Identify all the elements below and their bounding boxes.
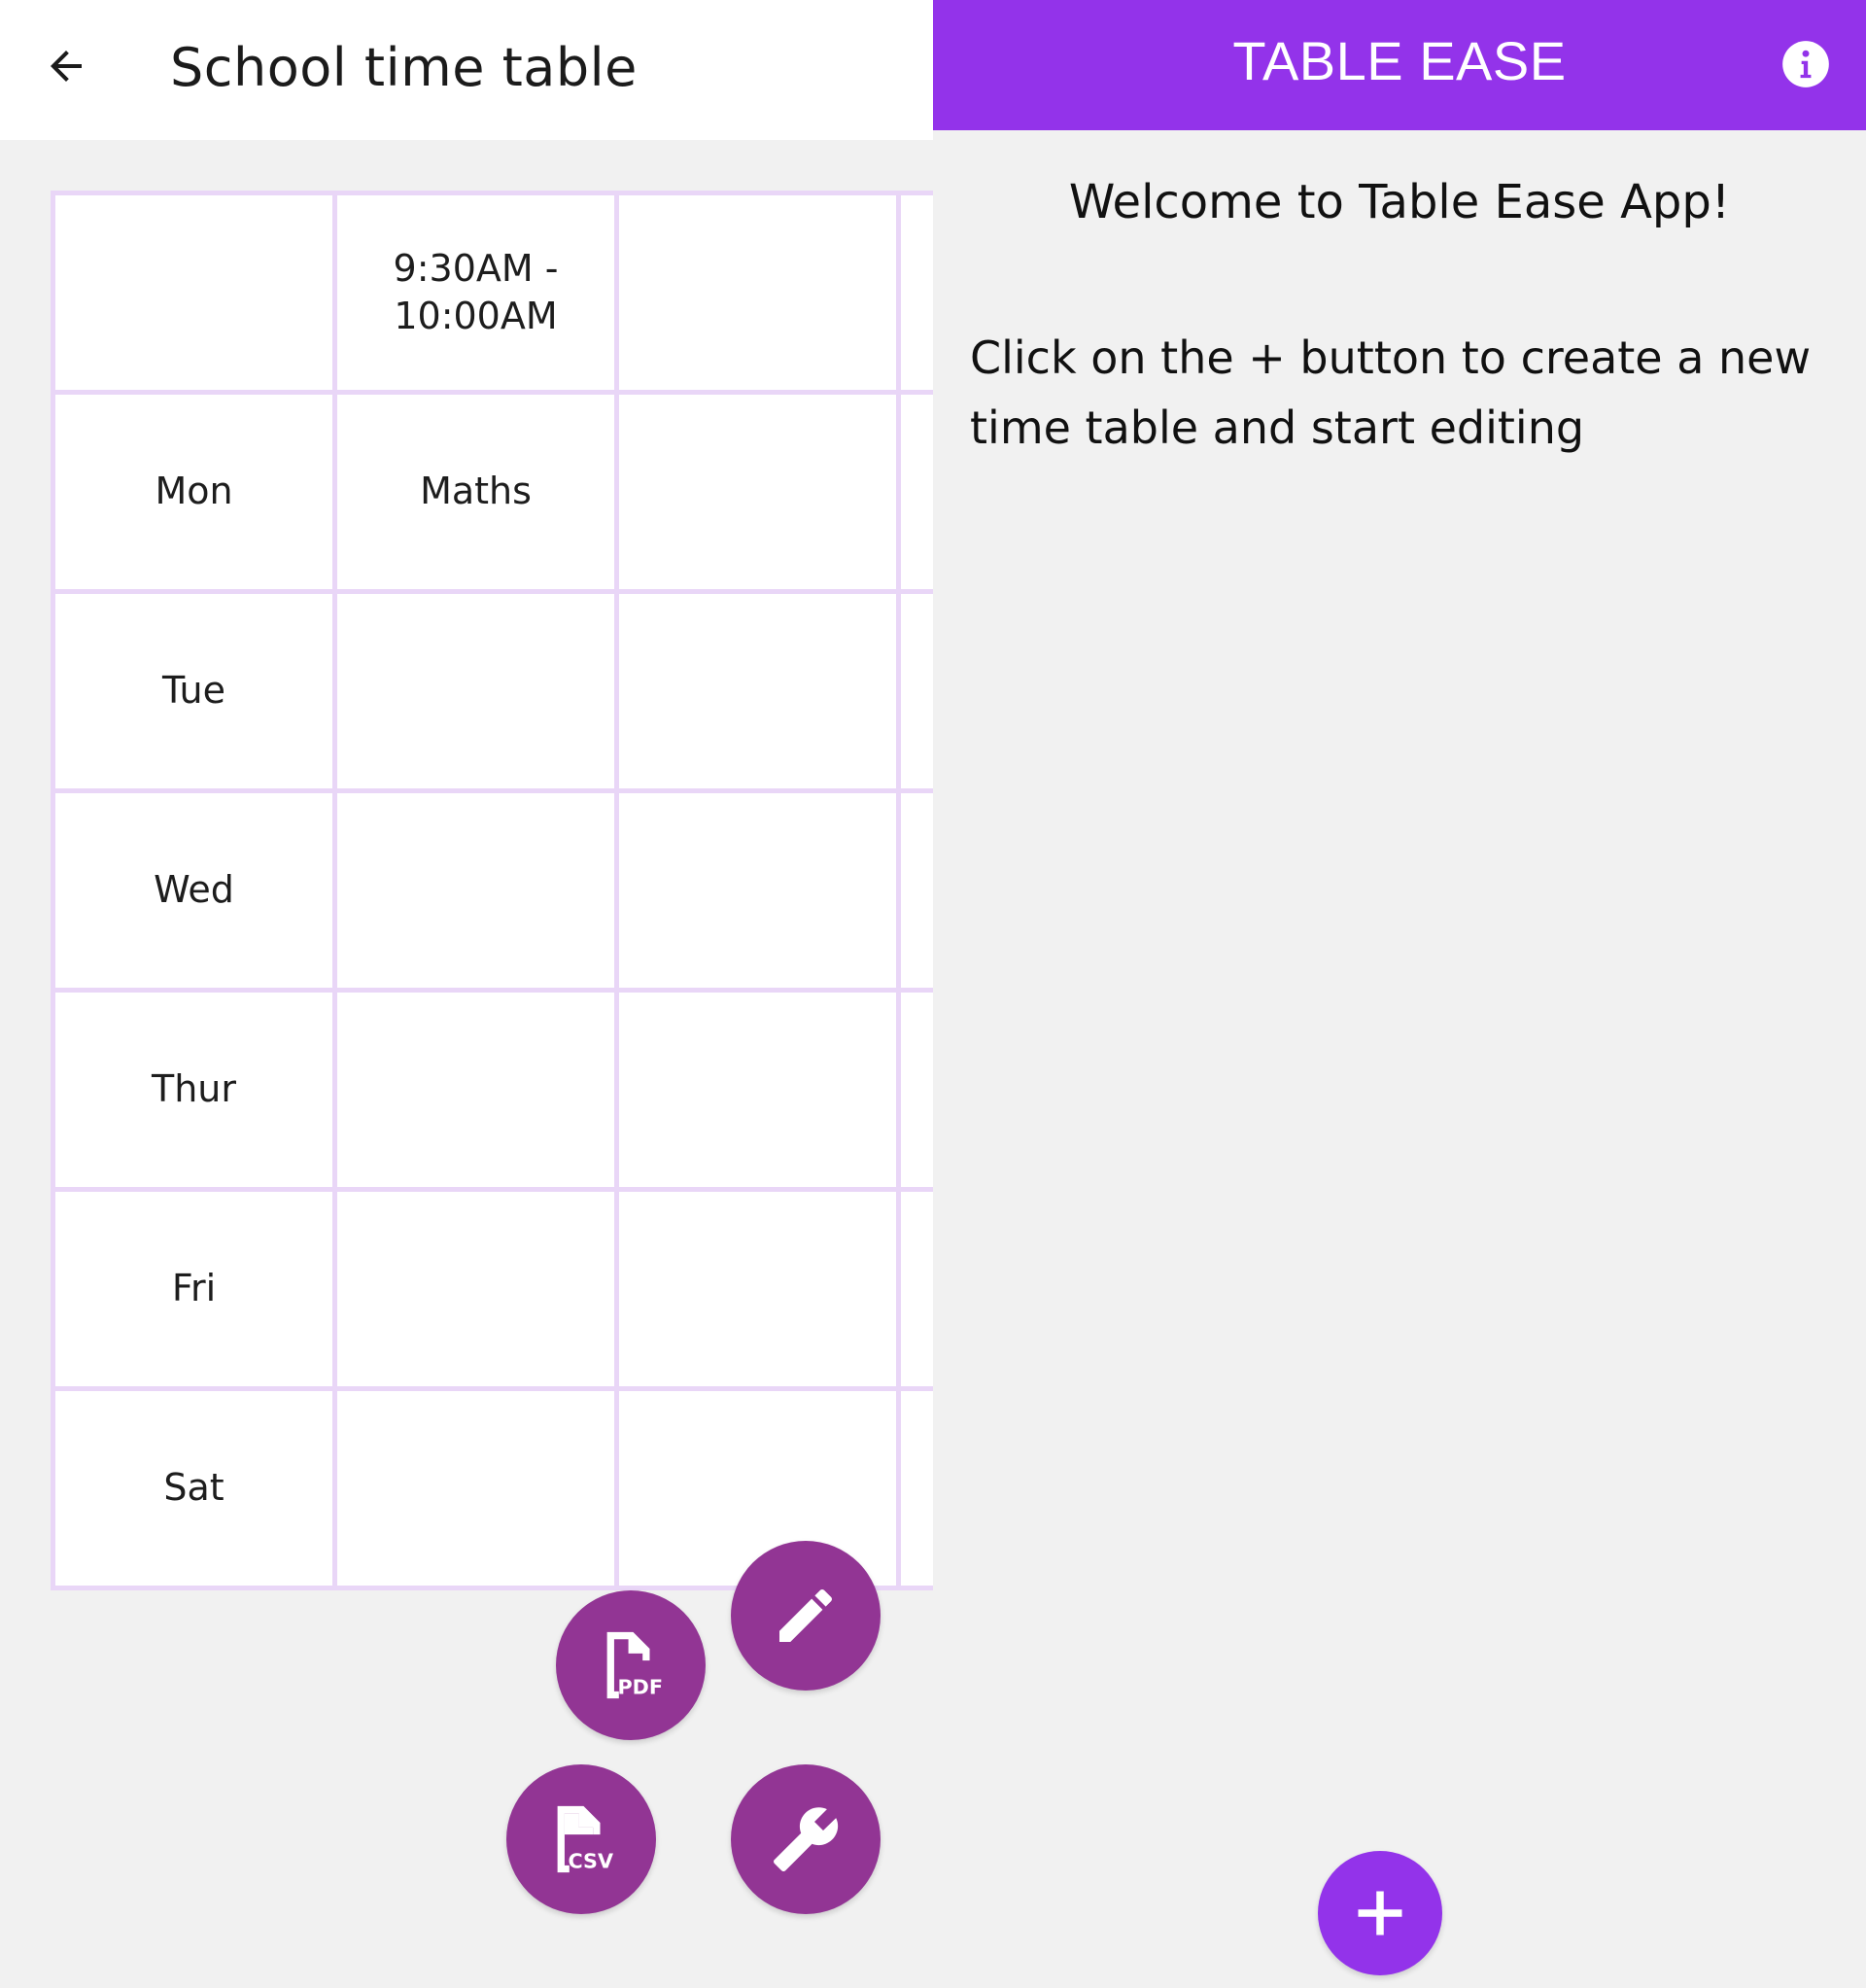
app-title: TABLE EASE bbox=[1232, 30, 1567, 91]
timetable-app-bar: School time table bbox=[0, 0, 933, 140]
table-cell[interactable] bbox=[614, 191, 901, 395]
table-cell[interactable] bbox=[614, 988, 901, 1192]
day-label[interactable]: Tue bbox=[51, 589, 337, 793]
day-label[interactable]: Wed bbox=[51, 788, 337, 993]
arrow-left-icon bbox=[51, 51, 82, 82]
table-cell[interactable] bbox=[614, 390, 901, 594]
table-row: Mon Maths bbox=[51, 390, 933, 594]
csv-file-icon: CSV bbox=[557, 1805, 613, 1872]
table-cell[interactable] bbox=[332, 1386, 619, 1590]
table-cell[interactable] bbox=[332, 788, 619, 993]
table-row: Wed bbox=[51, 788, 933, 993]
table-row: Fri bbox=[51, 1187, 933, 1391]
timetable-grid: 9:30AM - 10:00AM Mon Maths Tue Wed Thur … bbox=[51, 191, 933, 1592]
table-cell[interactable] bbox=[332, 988, 619, 1192]
pencil-icon bbox=[779, 1588, 833, 1642]
table-row: Thur bbox=[51, 988, 933, 1192]
export-csv-button[interactable]: CSV bbox=[506, 1764, 656, 1914]
table-cell[interactable] bbox=[896, 191, 933, 395]
table-cell[interactable] bbox=[896, 390, 933, 594]
settings-button[interactable] bbox=[731, 1764, 881, 1914]
table-row: Tue bbox=[51, 589, 933, 793]
pdf-label: PDF bbox=[617, 1675, 663, 1698]
info-button[interactable] bbox=[1777, 35, 1835, 93]
day-label[interactable]: Sat bbox=[51, 1386, 337, 1590]
table-cell[interactable] bbox=[332, 1187, 619, 1391]
table-cell[interactable] bbox=[614, 788, 901, 993]
table-cell[interactable] bbox=[896, 788, 933, 993]
csv-label: CSV bbox=[568, 1849, 613, 1872]
table-cell[interactable] bbox=[896, 1187, 933, 1391]
home-screen: TABLE EASE Welcome to Table Ease App! Cl… bbox=[933, 0, 1866, 1988]
welcome-heading: Welcome to Table Ease App! bbox=[1068, 175, 1731, 229]
pdf-file-icon: PDF bbox=[606, 1631, 663, 1698]
table-cell[interactable] bbox=[896, 589, 933, 793]
table-cell[interactable] bbox=[614, 589, 901, 793]
table-cell[interactable] bbox=[614, 1187, 901, 1391]
add-timetable-button[interactable] bbox=[1318, 1851, 1442, 1975]
table-header-row: 9:30AM - 10:00AM bbox=[51, 191, 933, 395]
table-cell[interactable] bbox=[896, 1386, 933, 1590]
home-app-bar: TABLE EASE bbox=[933, 0, 1866, 130]
table-cell[interactable] bbox=[332, 589, 619, 793]
timetable-screen: School time table 9:30AM - 10:00AM Mon M… bbox=[0, 0, 933, 1988]
plus-icon bbox=[1358, 1891, 1402, 1936]
time-slot-header[interactable]: 9:30AM - 10:00AM bbox=[332, 191, 619, 395]
day-label[interactable]: Fri bbox=[51, 1187, 337, 1391]
edit-button[interactable] bbox=[731, 1541, 881, 1691]
instructions-text: Click on the + button to create a new ti… bbox=[970, 331, 1812, 454]
day-label[interactable]: Mon bbox=[51, 390, 337, 594]
page-title: School time table bbox=[170, 37, 638, 98]
back-button[interactable] bbox=[35, 35, 97, 97]
export-pdf-button[interactable]: PDF bbox=[556, 1590, 706, 1740]
info-icon bbox=[1782, 41, 1829, 87]
table-cell[interactable] bbox=[896, 988, 933, 1192]
table-cell[interactable]: Maths bbox=[332, 390, 619, 594]
day-label[interactable]: Thur bbox=[51, 988, 337, 1192]
table-cell[interactable] bbox=[51, 191, 337, 395]
wrench-icon bbox=[774, 1807, 839, 1871]
